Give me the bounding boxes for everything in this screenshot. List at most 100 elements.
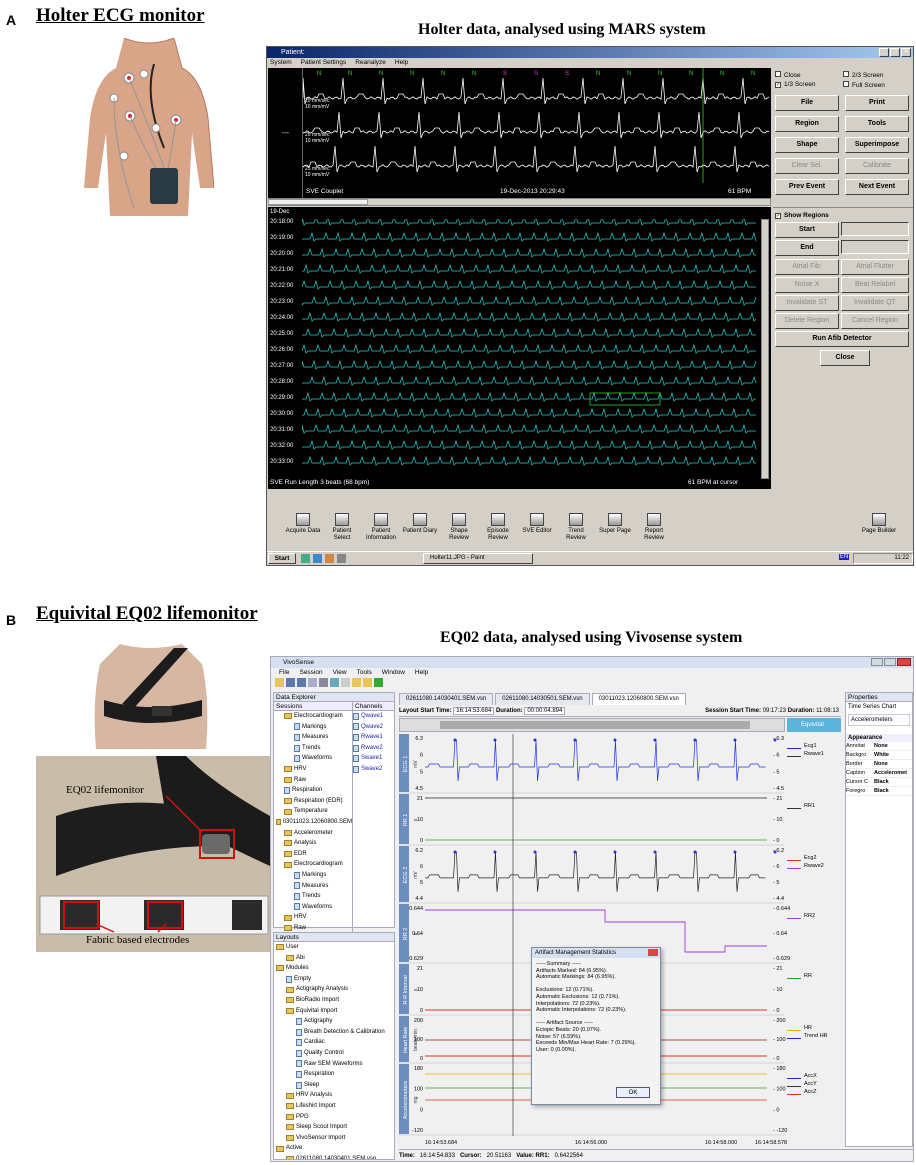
tree-item[interactable]: Actigraphy [274,1016,394,1027]
tree-item[interactable]: Electrocardiogram [276,711,352,722]
tree-item[interactable]: Abi [274,953,394,964]
duration-value[interactable]: 00:00:04.894 [524,707,566,715]
tree-item[interactable]: Respiration (EDR) [276,796,352,807]
doc-tab[interactable]: 02611080.14030401.SEM.vsn [399,693,494,705]
menu-patient-settings[interactable]: Patient Settings [301,58,347,67]
mars-button-next-event[interactable]: Next Event [845,179,909,195]
property-row[interactable]: Caption Acceleromet [846,769,912,778]
toolbar-button-super-page[interactable]: Super Page [597,513,633,542]
vivo-close-button[interactable] [897,658,911,666]
vivo-menu-session[interactable]: Session [299,668,322,678]
tree-item[interactable]: Analysis [276,838,352,849]
tree-item[interactable]: Sleep Scout Import [274,1122,394,1133]
page-builder-button[interactable]: Page Builder [861,513,897,535]
tree-item[interactable]: 02611080.14030401.SEM.vsn [274,1154,394,1159]
dialog-ok-button[interactable]: OK [616,1087,650,1098]
toolbar-button-patient-diary[interactable]: Patient Diary [402,513,438,542]
region-button-atrial-flutter[interactable]: Atrial Flutter [841,259,909,275]
vivo-menu-view[interactable]: View [333,668,347,678]
toolbar-button-sve-editor[interactable]: SVE Editor [519,513,555,542]
channel-item[interactable]: Rwave2 [353,743,394,754]
channel-item[interactable]: Swave2 [353,764,394,775]
maximize-button[interactable]: □ [890,48,900,57]
quicklaunch-ie-icon[interactable] [301,554,310,563]
close-checkbox[interactable] [775,71,781,77]
region-button-invalidate-st[interactable]: Invalidate ST [775,295,839,311]
tree-item[interactable]: Lifeshirt Import [274,1101,394,1112]
property-row[interactable]: Foregro Black [846,787,912,796]
toolbar-button-report-review[interactable]: Report Review [636,513,672,542]
mars-button-tools[interactable]: Tools [845,116,909,132]
run-icon[interactable] [374,678,383,687]
language-indicator[interactable]: EN [839,554,850,560]
vivo-menu-window[interactable]: Window [382,668,405,678]
mars-button-superimpose[interactable]: Superimpose [845,137,909,153]
paint-task-button[interactable]: Holter11.JPG - Paint [423,553,533,564]
close-window-button[interactable]: × [901,48,911,57]
properties-object[interactable]: Accelerometers [848,714,910,726]
tree-item[interactable]: Equivital Import [274,1006,394,1017]
tree-item[interactable]: HRV Analysis [274,1090,394,1101]
property-row[interactable]: Border None [846,760,912,769]
tree-item[interactable]: Respiration [274,1069,394,1080]
show-regions-checkbox[interactable]: ✓ [775,213,781,219]
toolbar-button-acquire-data[interactable]: Acquire Data [285,513,321,542]
tree-item[interactable]: EDR [276,849,352,860]
refresh-icon[interactable] [330,678,339,687]
export-icon[interactable] [363,678,372,687]
mars-button-file[interactable]: File [775,95,839,111]
channel-item[interactable]: Qwave2 [353,722,394,733]
tree-item[interactable]: Electrocardiogram [276,859,352,870]
doc-tab[interactable]: 03011023.12060800.SEM.vsn [591,693,686,705]
tree-item[interactable]: BioRadio Import [274,995,394,1006]
save-all-icon[interactable] [297,678,306,687]
toolbar-button-episode-review[interactable]: Episode Review [480,513,516,542]
vivo-menu-file[interactable]: File [279,668,289,678]
top-scroll-thumb[interactable] [268,199,368,205]
quicklaunch-media-icon[interactable] [325,554,334,563]
mars-button-calibrate[interactable]: Calibrate [845,158,909,174]
tree-item[interactable]: Cardiac [274,1037,394,1048]
dialog-close-button[interactable] [648,949,658,956]
one-third-checkbox[interactable]: ✓ [775,82,781,88]
tree-item[interactable]: User [274,942,394,953]
folder-icon[interactable] [352,678,361,687]
toolbar-button-shape-review[interactable]: Shape Review [441,513,477,542]
vivo-menu-tools[interactable]: Tools [357,668,372,678]
channel-item[interactable]: Rwave1 [353,732,394,743]
quicklaunch-app-icon[interactable] [337,554,346,563]
region-button-atrial-fib-[interactable]: Atrial Fib. [775,259,839,275]
tree-item[interactable]: Waveforms [276,902,352,913]
tree-item[interactable]: Temperature [276,806,352,817]
tree-item[interactable]: Raw [276,775,352,786]
tree-item[interactable]: Active [274,1143,394,1154]
close-button[interactable]: Close [820,350,870,366]
region-button-cancel-region[interactable]: Cancel Region [841,313,909,329]
tree-item[interactable]: Markings [276,722,352,733]
start-field[interactable] [841,222,909,236]
open-icon[interactable] [275,678,284,687]
tree-item[interactable]: Measures [276,732,352,743]
mars-button-prev-event[interactable]: Prev Event [775,179,839,195]
tree-item[interactable]: 03011023.12060800.SEM [276,817,352,828]
property-row[interactable]: Annotat None [846,742,912,751]
property-row[interactable]: Backgro White [846,751,912,760]
end-button[interactable]: End [775,240,839,256]
tree-item[interactable]: Quality Control [274,1048,394,1059]
property-row[interactable]: Cursor C Black [846,778,912,787]
region-button-delete-region[interactable]: Delete Region [775,313,839,329]
print-icon[interactable] [319,678,328,687]
toolbar-button-trend-review[interactable]: Trend Review [558,513,594,542]
tree-item[interactable]: Modules [274,963,394,974]
doc-tab[interactable]: 02611080.14030501.SEM.vsn [495,693,590,705]
mars-button-clear-sel-[interactable]: Clear Sel. [775,158,839,174]
menu-system[interactable]: System [270,58,292,67]
appearance-group[interactable]: Appearance [846,734,912,742]
tree-item[interactable]: Breath Detection & Calibration [274,1027,394,1038]
region-button-noise-x[interactable]: Noise X [775,277,839,293]
tree-item[interactable]: Raw SEM Waveforms [274,1059,394,1070]
tree-item[interactable]: Empty [274,974,394,985]
tree-item[interactable]: Waveforms [276,753,352,764]
start-button[interactable]: Start [775,222,839,238]
layout-start-value[interactable]: 16:14:53.684 [453,707,495,715]
